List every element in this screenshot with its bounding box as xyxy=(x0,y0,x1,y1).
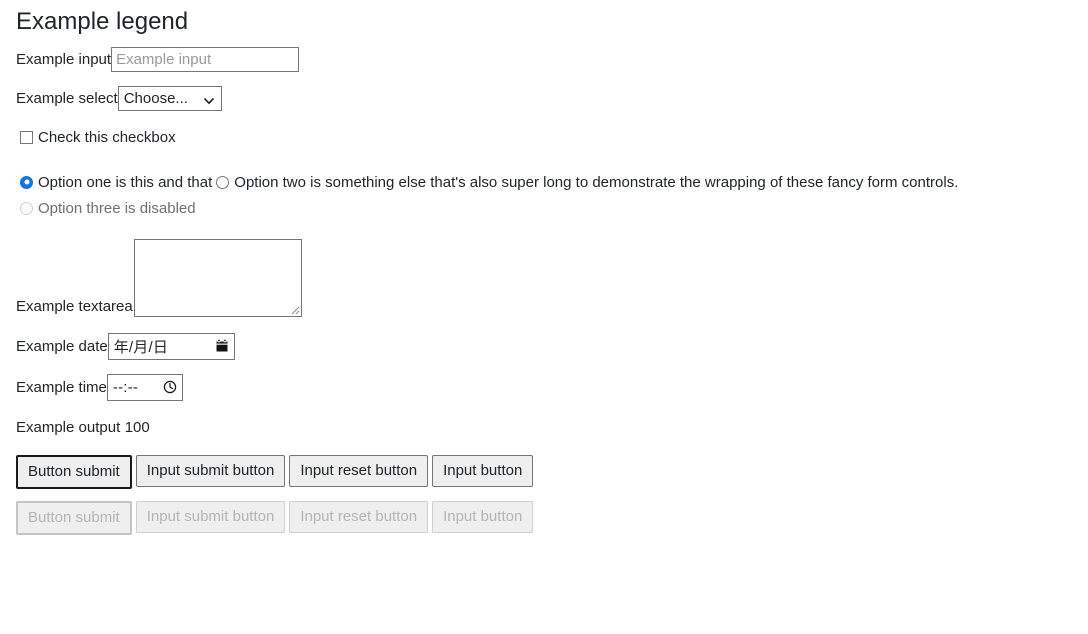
example-radio-group: Option one is this and that Option two i… xyxy=(16,174,1072,217)
example-date-placeholder: 年/月/日 xyxy=(113,338,169,356)
buttons-enabled-row: Button submit Input submit button Input … xyxy=(16,454,1072,489)
clock-icon[interactable] xyxy=(163,380,177,394)
example-time-label: Example time xyxy=(16,378,107,396)
calendar-icon[interactable] xyxy=(215,339,229,353)
radio-option-two[interactable]: Option two is something else that's also… xyxy=(212,174,958,191)
input-reset-button[interactable]: Input reset button xyxy=(289,454,429,487)
form-demo-page: Example legend Example input Example sel… xyxy=(0,0,1088,535)
radio-option-two-label[interactable]: Option two is something else that's also… xyxy=(234,174,958,191)
example-select-value: Choose... xyxy=(123,89,188,107)
button-submit[interactable]: Button submit xyxy=(16,454,132,489)
radio-option-three-label: Option three is disabled xyxy=(38,199,196,217)
radio-line-three: Option three is disabled xyxy=(16,200,1072,217)
buttons-disabled-row: Button submit Input submit button Input … xyxy=(16,500,1072,535)
example-time-row: Example time --:-- xyxy=(16,373,1072,401)
example-select-label: Example select xyxy=(16,89,118,107)
example-time-field[interactable]: --:-- xyxy=(106,373,183,401)
example-textarea-label: Example textarea xyxy=(16,297,133,315)
radio-option-two-control[interactable] xyxy=(216,175,230,189)
input-submit-button[interactable]: Input submit button xyxy=(135,454,286,487)
radio-option-three: Option three is disabled xyxy=(16,200,196,217)
page-title: Example legend xyxy=(16,8,189,35)
example-input-field[interactable] xyxy=(111,46,300,72)
example-date-row: Example date 年/月/日 xyxy=(16,332,1072,360)
radio-option-one[interactable]: Option one is this and that xyxy=(16,174,212,191)
example-textarea-field[interactable] xyxy=(133,238,302,317)
input-submit-button-disabled: Input submit button xyxy=(135,500,286,533)
radio-line-one: Option one is this and that Option two i… xyxy=(16,174,1072,191)
example-date-label: Example date xyxy=(16,337,108,355)
example-select-dropdown[interactable]: Choose... xyxy=(117,85,222,111)
example-output-value: 100 xyxy=(124,418,150,436)
radio-option-one-control[interactable] xyxy=(20,175,33,189)
chevron-down-icon xyxy=(203,93,214,105)
example-checkbox[interactable] xyxy=(20,130,33,144)
input-button[interactable]: Input button xyxy=(432,454,534,487)
example-checkbox-row: Check this checkbox xyxy=(16,129,1072,146)
example-input-label: Example input xyxy=(16,50,112,68)
example-time-placeholder: --:-- xyxy=(112,378,139,396)
input-reset-button-disabled: Input reset button xyxy=(289,500,429,533)
example-input-row: Example input xyxy=(16,46,1072,72)
resize-grip-icon[interactable] xyxy=(287,302,300,315)
example-output-label: Example output xyxy=(16,418,121,436)
input-button-disabled: Input button xyxy=(432,500,534,533)
radio-option-three-control xyxy=(20,201,33,215)
example-output-row: Example output 100 xyxy=(16,419,1072,437)
button-submit-disabled: Button submit xyxy=(16,500,132,535)
example-checkbox-label[interactable]: Check this checkbox xyxy=(38,129,176,146)
example-select-row: Example select Choose... xyxy=(16,85,1072,111)
example-date-field[interactable]: 年/月/日 xyxy=(107,332,235,360)
radio-option-one-label[interactable]: Option one is this and that xyxy=(38,174,212,191)
example-textarea-row: Example textarea xyxy=(16,238,1072,317)
